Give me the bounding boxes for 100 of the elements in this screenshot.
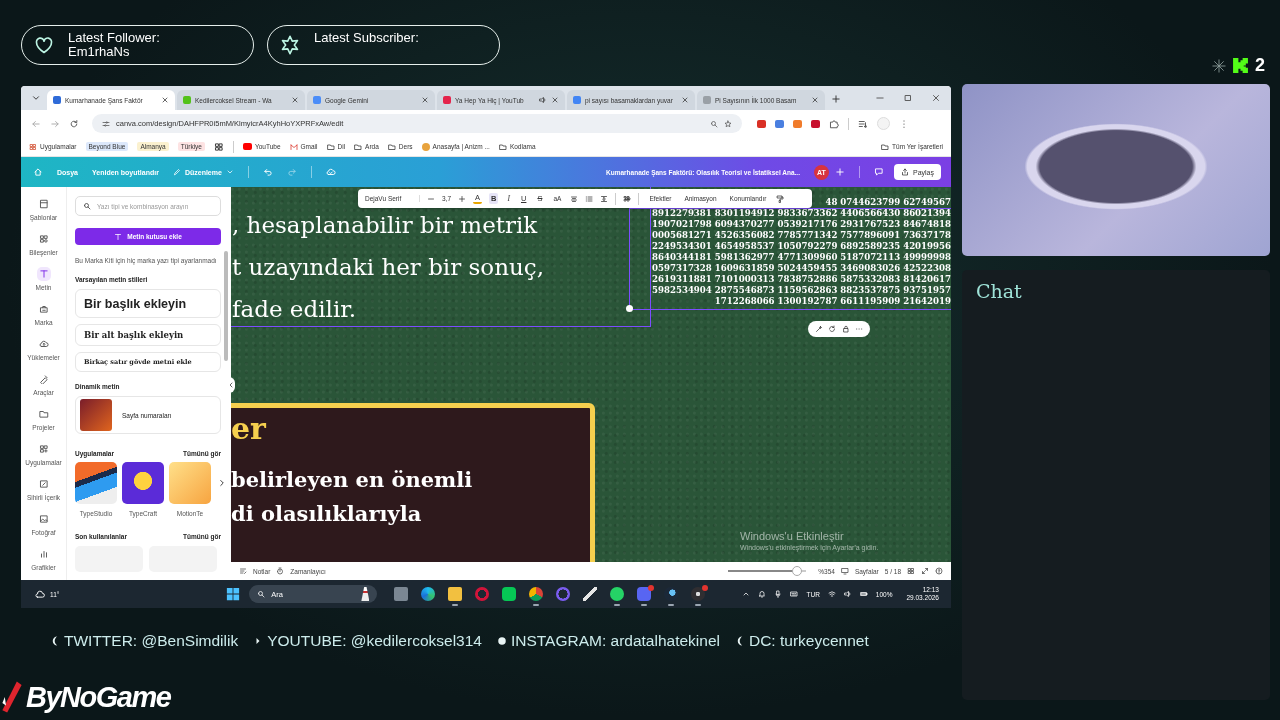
app-icon[interactable] bbox=[529, 587, 544, 601]
keyboard-icon[interactable] bbox=[790, 590, 799, 598]
close-icon[interactable] bbox=[811, 96, 819, 104]
caret-icon bbox=[225, 168, 234, 176]
resize-handle[interactable] bbox=[626, 305, 633, 312]
plus-icon[interactable] bbox=[458, 194, 467, 203]
site-icon bbox=[313, 96, 321, 104]
logo-icon bbox=[1232, 57, 1249, 74]
transparency-icon[interactable] bbox=[623, 194, 632, 203]
close-icon[interactable] bbox=[931, 93, 941, 103]
star-icon bbox=[280, 35, 300, 55]
volume-icon[interactable] bbox=[843, 590, 852, 598]
puzzle-icon[interactable] bbox=[829, 118, 839, 129]
speaker-icon[interactable] bbox=[539, 96, 547, 104]
sparkle-icon bbox=[1212, 58, 1226, 73]
extension-icon[interactable] bbox=[775, 119, 784, 128]
viewer-count: 2 bbox=[1255, 55, 1265, 76]
social-handle: TWITTER: @BenSimdilik bbox=[64, 632, 239, 650]
site-icon bbox=[53, 96, 61, 104]
search-icon bbox=[83, 202, 91, 210]
close-icon[interactable] bbox=[421, 96, 429, 104]
folder-icon bbox=[354, 142, 363, 151]
site-icon bbox=[703, 96, 711, 104]
text-style-option[interactable]: Bir başlık ekleyin bbox=[75, 289, 221, 318]
app-icon[interactable] bbox=[502, 587, 517, 601]
plus-icon[interactable] bbox=[835, 167, 845, 177]
body-text: t uzayındaki her bir sonuç, bbox=[232, 253, 544, 282]
tab-list-icon[interactable] bbox=[31, 93, 41, 103]
extension-icon[interactable] bbox=[793, 119, 802, 128]
close-icon[interactable] bbox=[681, 96, 689, 104]
maximize-icon[interactable] bbox=[903, 93, 913, 103]
spacing-icon[interactable] bbox=[600, 194, 609, 203]
app-icon[interactable] bbox=[610, 587, 625, 601]
digit-row: 8912279381 8301194912 9833673362 4406566430 86021394 bbox=[652, 208, 951, 219]
zoom-thumb[interactable] bbox=[791, 566, 802, 576]
bell-icon[interactable] bbox=[758, 590, 767, 598]
close-icon[interactable] bbox=[291, 96, 299, 104]
microphone-icon[interactable] bbox=[774, 590, 783, 598]
folder-icon bbox=[498, 142, 507, 151]
lighthouse-icon bbox=[361, 587, 370, 601]
activation-notice: Windows'u Etkinleştir bbox=[740, 530, 845, 542]
notes-icon bbox=[239, 567, 247, 575]
site-settings-icon[interactable] bbox=[102, 119, 110, 128]
app-thumbnail[interactable] bbox=[122, 462, 164, 504]
digit-row: 48 0744623799 62749567 bbox=[825, 197, 951, 208]
scrollbar[interactable] bbox=[224, 251, 228, 361]
text-icon bbox=[36, 266, 51, 281]
app-thumbnail[interactable] bbox=[169, 462, 211, 504]
close-icon[interactable] bbox=[161, 96, 169, 104]
grid-icon[interactable] bbox=[214, 141, 224, 152]
social-handle: YOUTUBE: @kedilercoksel314 bbox=[267, 632, 482, 650]
cloud-saved-icon[interactable] bbox=[325, 167, 336, 177]
social-handle: DC: turkeycennet bbox=[749, 632, 869, 650]
folder-icon bbox=[387, 142, 396, 151]
folder-icon bbox=[326, 142, 335, 151]
app-icon[interactable] bbox=[448, 587, 463, 601]
new-tab-icon[interactable] bbox=[831, 94, 841, 104]
extension-icon[interactable] bbox=[811, 119, 820, 128]
align-icon[interactable] bbox=[570, 194, 579, 203]
site-icon bbox=[443, 96, 451, 104]
lock-icon[interactable] bbox=[841, 325, 850, 333]
text-style-option[interactable]: Bir alt başlık ekleyin bbox=[75, 324, 221, 346]
site-icon bbox=[421, 142, 430, 151]
screen-icon bbox=[840, 567, 849, 575]
app-icon[interactable] bbox=[691, 587, 706, 601]
folder-icon bbox=[881, 142, 890, 151]
close-icon[interactable] bbox=[551, 96, 559, 104]
social-handle: INSTAGRAM: ardatalhatekinel bbox=[510, 632, 720, 650]
alert-label: Latest Follower: bbox=[68, 31, 160, 45]
chat-title: Chat bbox=[976, 280, 1022, 302]
chevron-icon[interactable] bbox=[742, 590, 751, 598]
alert-label: Latest Subscriber: bbox=[314, 31, 419, 45]
fullscreen-icon[interactable] bbox=[921, 567, 929, 575]
app-thumbnail[interactable] bbox=[75, 462, 117, 504]
reload-icon[interactable] bbox=[69, 118, 79, 129]
app-icon[interactable] bbox=[421, 587, 436, 601]
magic-pen-icon[interactable] bbox=[814, 325, 823, 333]
apps-icon bbox=[29, 142, 37, 151]
body-text: fade edilir. bbox=[232, 295, 358, 324]
envelope-icon bbox=[289, 142, 298, 151]
start-icon[interactable] bbox=[226, 587, 241, 601]
page-number-thumbnail bbox=[80, 399, 112, 431]
extension-icon[interactable] bbox=[757, 119, 766, 128]
box-heading: er bbox=[231, 410, 267, 448]
app-icon[interactable] bbox=[664, 587, 679, 601]
bookmark-star-icon[interactable] bbox=[724, 119, 732, 128]
paint-roller-icon[interactable] bbox=[776, 194, 785, 203]
battery-icon[interactable] bbox=[859, 590, 868, 598]
site-icon bbox=[183, 96, 191, 104]
digit-row: 8640344181 5981362977 4771309960 5187072113 49999998 bbox=[652, 252, 951, 263]
help-icon[interactable] bbox=[935, 567, 943, 575]
logo-icon bbox=[0, 680, 24, 714]
grid-icon[interactable] bbox=[907, 567, 915, 575]
pencil-icon bbox=[172, 168, 181, 176]
digit-row: 1712268066 1300192787 6611195909 21642019 bbox=[714, 296, 951, 307]
cloud-icon[interactable] bbox=[35, 589, 45, 599]
zoom-icon[interactable] bbox=[710, 119, 718, 128]
site-icon bbox=[573, 96, 581, 104]
wifi-icon[interactable] bbox=[827, 590, 836, 598]
media-icon[interactable] bbox=[858, 118, 868, 129]
